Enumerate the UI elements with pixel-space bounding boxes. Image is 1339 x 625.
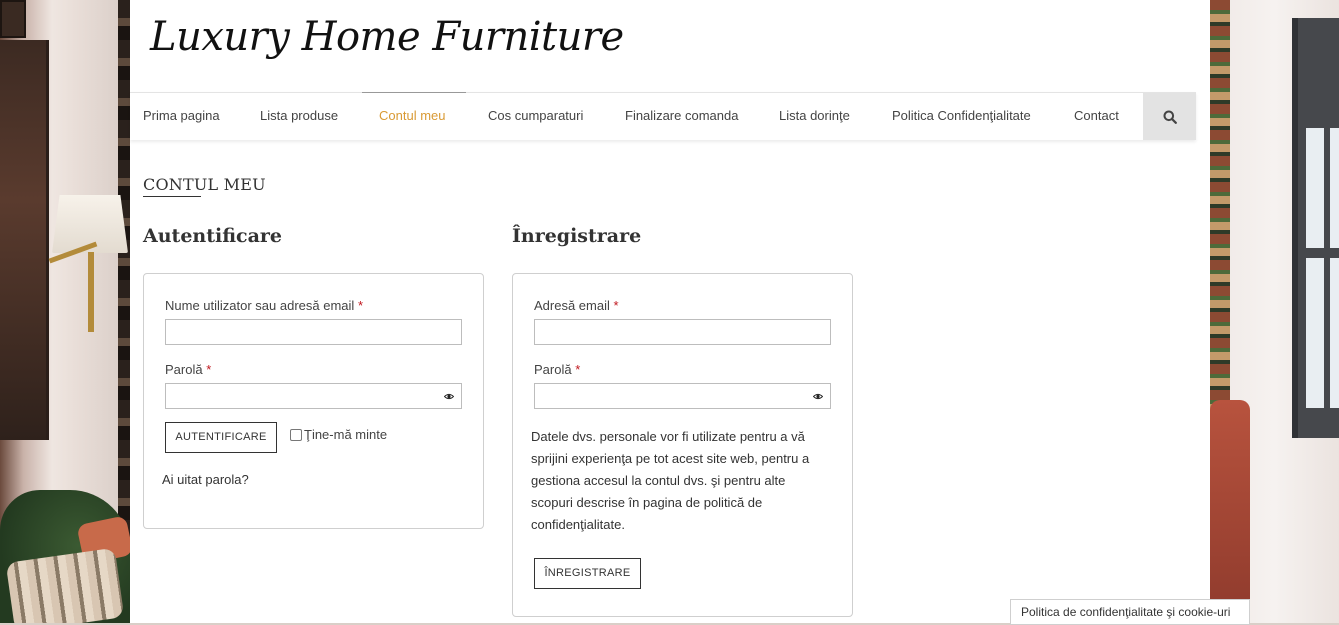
register-button[interactable]: ÎNREGISTRARE	[534, 558, 641, 589]
site-logo[interactable]: Luxury Home Furniture	[150, 2, 624, 72]
required-mark: *	[206, 362, 212, 377]
window	[1292, 18, 1339, 438]
nav-item-lista-produse[interactable]: Lista produse	[260, 93, 338, 139]
login-heading: Autentificare	[143, 225, 283, 247]
register-password-input[interactable]	[534, 383, 831, 409]
page-container: Luxury Home Furniture Prima pagina Lista…	[130, 0, 1210, 623]
show-password-eye-icon[interactable]	[813, 393, 823, 400]
nav-item-finalizare-comanda[interactable]: Finalizare comanda	[625, 93, 738, 139]
armchair	[1210, 400, 1250, 623]
nav-item-politica-confidentialitate[interactable]: Politica Confidenţialitate	[892, 93, 1031, 139]
privacy-notice: Datele dvs. personale vor fi utilizate p…	[531, 429, 810, 532]
register-heading: Înregistrare	[512, 225, 642, 247]
wall-painting	[0, 40, 49, 440]
register-password-label: Parolă *	[534, 362, 580, 377]
username-label-text: Nume utilizator sau adresă email	[165, 298, 355, 313]
cookie-policy-bar[interactable]: Politica de confidenţialitate şi cookie-…	[1010, 599, 1250, 625]
page-title: CONTUL MEU	[143, 175, 266, 194]
login-form: Nume utilizator sau adresă email * Parol…	[143, 273, 484, 529]
nav-item-lista-dorinte[interactable]: Lista dorinţe	[779, 93, 850, 139]
lost-password-link[interactable]: Ai uitat parola?	[162, 472, 249, 487]
nav-item-contact[interactable]: Contact	[1074, 93, 1119, 139]
show-password-eye-icon[interactable]	[444, 393, 454, 400]
picture-frame	[0, 0, 26, 38]
username-input[interactable]	[165, 319, 462, 345]
password-label: Parolă *	[165, 362, 211, 377]
password-input[interactable]	[165, 383, 462, 409]
search-button[interactable]	[1143, 93, 1196, 140]
logo-text: Luxury Home Furniture	[150, 14, 624, 60]
background-photo-right	[1210, 0, 1339, 623]
window-pane	[1330, 258, 1339, 408]
window-pane	[1330, 128, 1339, 248]
nav-item-contul-meu[interactable]: Contul meu	[379, 93, 445, 139]
register-email-input[interactable]	[534, 319, 831, 345]
register-form: Adresă email * Parolă * Datele dvs. pers…	[512, 273, 853, 617]
background-photo-left	[0, 0, 130, 623]
register-email-label: Adresă email *	[534, 298, 619, 313]
nav-item-prima-pagina[interactable]: Prima pagina	[143, 93, 220, 139]
page-title-underline	[143, 196, 201, 197]
required-mark: *	[357, 298, 363, 313]
login-button[interactable]: AUTENTIFICARE	[165, 422, 277, 453]
lamp-stem	[88, 252, 94, 332]
required-mark: *	[613, 298, 619, 313]
window-pane	[1306, 258, 1324, 408]
register-password-label-text: Parolă	[534, 362, 572, 377]
password-label-text: Parolă	[165, 362, 203, 377]
register-email-label-text: Adresă email	[534, 298, 610, 313]
username-label: Nume utilizator sau adresă email *	[165, 298, 363, 313]
required-mark: *	[575, 362, 581, 377]
remember-me-checkbox[interactable]	[290, 429, 302, 441]
nav-item-cos-cumparaturi[interactable]: Cos cumparaturi	[488, 93, 583, 139]
window-pane	[1306, 128, 1324, 248]
search-icon	[1163, 110, 1177, 124]
main-navigation: Prima pagina Lista produse Contul meu Co…	[130, 92, 1196, 140]
remember-me-label[interactable]: Ţine-mă minte	[304, 427, 387, 442]
